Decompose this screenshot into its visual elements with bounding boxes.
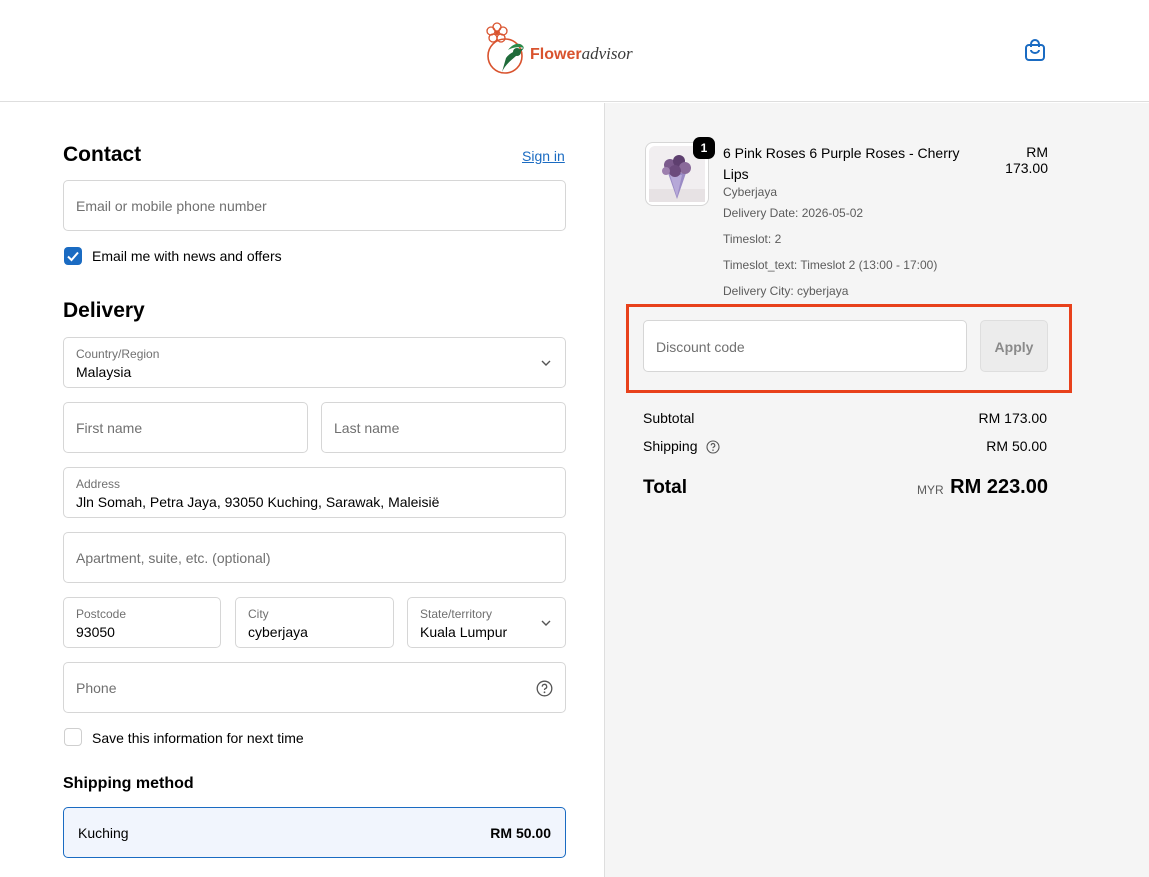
- timeslot-text: Timeslot_text: Timeslot 2 (13:00 - 17:00…: [723, 258, 938, 272]
- chevron-down-icon: [541, 620, 551, 626]
- city-value: cyberjaya: [248, 624, 308, 640]
- apply-button[interactable]: Apply: [980, 320, 1048, 372]
- quantity-badge: 1: [693, 137, 715, 159]
- city-field[interactable]: City cyberjaya: [235, 597, 394, 648]
- city-label: City: [248, 607, 269, 621]
- postcode-field[interactable]: Postcode 93050: [63, 597, 221, 648]
- header: Floweradvisor: [0, 0, 1149, 102]
- shipping-option[interactable]: Kuching RM 50.00: [63, 807, 566, 858]
- email-placeholder: Email or mobile phone number: [76, 197, 267, 214]
- address-field[interactable]: Address Jln Somah, Petra Jaya, 93050 Kuc…: [63, 467, 566, 518]
- discount-placeholder: Discount code: [656, 339, 745, 355]
- state-value: Kuala Lumpur: [420, 624, 508, 640]
- help-icon[interactable]: [706, 440, 720, 454]
- flower-logo-icon: [486, 22, 524, 74]
- product-variant: Cyberjaya: [723, 185, 778, 199]
- checkout-form: Contact Sign in Email or mobile phone nu…: [0, 103, 604, 877]
- logo-wordmark: Floweradvisor: [530, 44, 633, 64]
- shipping-value: RM 50.00: [986, 438, 1047, 454]
- delivery-date: Delivery Date: 2026-05-02: [723, 206, 864, 220]
- contact-title: Contact: [63, 143, 142, 166]
- postcode-label: Postcode: [76, 607, 127, 621]
- total-label: Total: [643, 477, 687, 498]
- phone-field[interactable]: Phone: [63, 662, 566, 713]
- shipping-method-title: Shipping method: [63, 775, 194, 792]
- country-value: Malaysia: [76, 364, 132, 380]
- shipping-label: Shipping: [643, 438, 698, 454]
- first-name-placeholder: First name: [76, 419, 143, 436]
- apartment-placeholder: Apartment, suite, etc. (optional): [76, 549, 271, 566]
- product-title: 6 Pink Roses 6 Purple Roses - Cherry Lip…: [723, 145, 960, 182]
- country-select[interactable]: Country/Region Malaysia: [63, 337, 566, 388]
- order-summary: 1 6 Pink Roses 6 Purple Roses - Cherry L…: [604, 103, 1149, 877]
- state-select[interactable]: State/territory Kuala Lumpur: [407, 597, 566, 648]
- postcode-value: 93050: [76, 624, 115, 640]
- shipping-option-price: RM 50.00: [490, 825, 551, 841]
- phone-placeholder: Phone: [76, 679, 117, 696]
- logo-brand-secondary: advisor: [581, 44, 633, 63]
- shipping-option-name: Kuching: [78, 825, 129, 841]
- save-info-checkbox[interactable]: [64, 728, 82, 746]
- delivery-city: Delivery City: cyberjaya: [723, 284, 849, 298]
- logo-brand-primary: Flower: [530, 46, 582, 63]
- product-price: RM 173.00: [1005, 144, 1048, 176]
- timeslot: Timeslot: 2: [723, 232, 782, 246]
- shopping-bag-icon[interactable]: [1024, 38, 1046, 62]
- email-field[interactable]: Email or mobile phone number: [63, 180, 566, 231]
- discount-code-input[interactable]: Discount code: [643, 320, 967, 372]
- total-currency: MYR: [917, 483, 944, 497]
- last-name-placeholder: Last name: [334, 419, 400, 436]
- delivery-title: Delivery: [63, 299, 145, 322]
- news-checkbox[interactable]: [64, 247, 82, 265]
- total-value: RM 223.00: [950, 476, 1048, 498]
- address-value: Jln Somah, Petra Jaya, 93050 Kuching, Sa…: [76, 494, 440, 510]
- last-name-field[interactable]: Last name: [321, 402, 566, 453]
- first-name-field[interactable]: First name: [63, 402, 308, 453]
- subtotal-label: Subtotal: [643, 410, 695, 426]
- state-label: State/territory: [420, 607, 493, 621]
- news-label: Email me with news and offers: [92, 248, 282, 264]
- sign-in-link[interactable]: Sign in: [522, 148, 565, 164]
- country-label: Country/Region: [76, 347, 160, 361]
- checkmark-icon: [67, 251, 79, 262]
- subtotal-value: RM 173.00: [978, 410, 1047, 426]
- apartment-field[interactable]: Apartment, suite, etc. (optional): [63, 532, 566, 583]
- address-label: Address: [76, 477, 121, 491]
- help-icon[interactable]: [536, 680, 553, 697]
- logo[interactable]: Floweradvisor: [484, 22, 633, 78]
- chevron-down-icon: [541, 360, 551, 366]
- save-info-label: Save this information for next time: [92, 730, 304, 746]
